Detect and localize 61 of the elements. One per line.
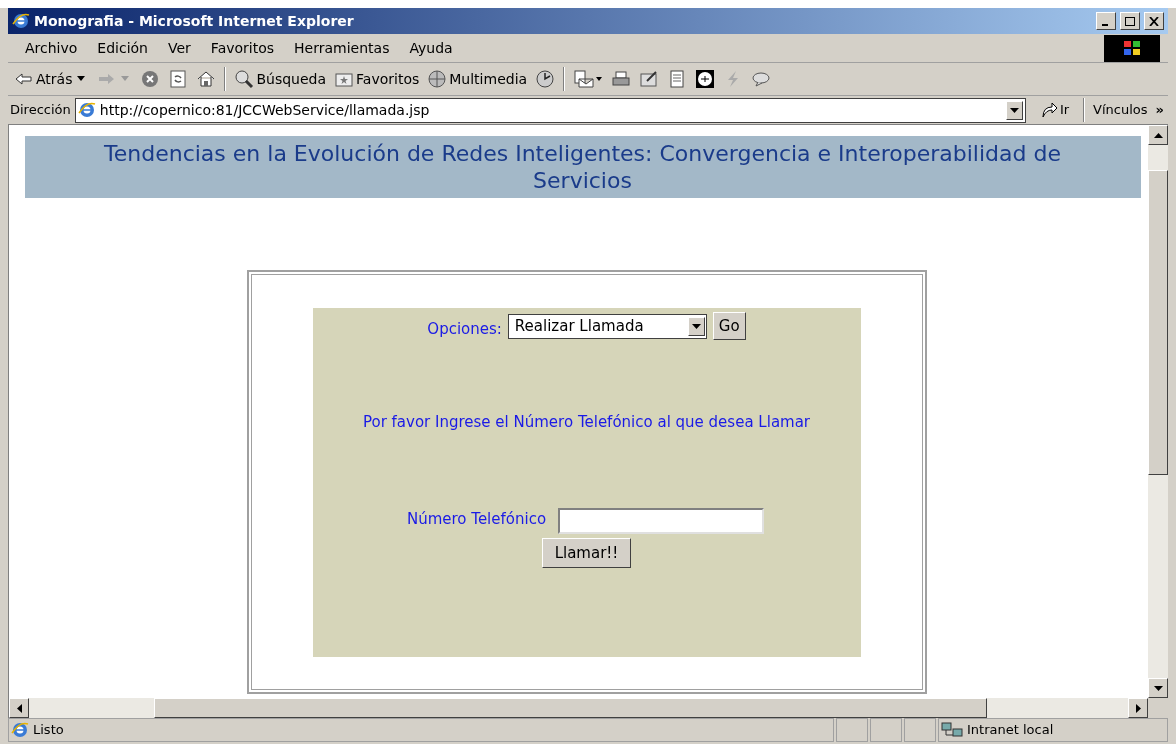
menu-item[interactable]: Ver [159,37,200,59]
toolbar-button[interactable]: Favoritos [334,66,420,92]
caret-up-icon[interactable] [1153,132,1163,138]
pencil-pad-icon [639,69,660,89]
refresh-icon [168,69,189,89]
page-icon [11,721,29,739]
select-arrow-button[interactable] [687,316,705,336]
curved-arrow-icon [1039,101,1058,119]
caret-right-icon[interactable] [1135,703,1141,713]
caret-down-icon [691,323,701,329]
browser-logo-icon [12,12,30,30]
maximize-button[interactable] [1120,12,1140,30]
page-heading: Tendencias en la Evolución de Redes Inteligentes: Convergencia e Interoperabilidad de Servicios [24,136,1141,198]
printer-icon [611,69,632,89]
status-text: Listo [33,721,64,740]
search-icon [234,69,255,89]
address-dropdown-button[interactable] [1005,100,1023,120]
page-icon [77,101,96,119]
status-panel [836,718,868,742]
menu-item[interactable]: Archivo [16,37,87,59]
phone-input-field[interactable] [558,507,765,534]
zone-text: Intranet local [967,721,1054,740]
status-panel [870,718,902,742]
stop-icon [140,69,161,89]
links-label[interactable]: Vínculos [1089,100,1152,120]
menu-item[interactable]: Favoritos [201,37,284,59]
menu-item[interactable]: Ayuda [400,37,462,59]
instruction-text: Por favor Ingrese el Número Telefónico al que desea Llamar [361,411,812,433]
clock-icon [535,69,556,89]
speech-bubble-icon [751,69,772,89]
menu-item[interactable]: Edición [88,37,157,59]
home-icon [196,69,217,89]
maximize-icon [1125,16,1135,26]
more-links-chevron[interactable]: » [1155,100,1166,120]
windows-logo-icon [1104,34,1160,62]
vertical-scrollbar[interactable] [1148,125,1168,698]
caret-left-icon[interactable] [16,703,22,713]
call-button[interactable]: Llamar!! [541,538,632,568]
minimize-button[interactable] [1096,12,1116,30]
caret-down-icon [1009,107,1019,113]
toolbar-button[interactable]: Multimedia [427,66,528,92]
window-title: Monografia - Microsoft Internet Explorer [34,11,355,31]
status-panel [904,718,936,742]
minimize-icon [1101,23,1108,26]
options-select[interactable]: Realizar Llamada [507,313,707,339]
network-icon [941,721,963,739]
mail-icon [573,69,604,89]
phone-label: Número Telefónico [406,508,547,530]
go-button[interactable]: Ir [1029,100,1080,120]
close-button[interactable] [1144,12,1164,30]
go-submit-button[interactable]: Go [712,312,746,341]
globe-icon [427,69,448,89]
toolbar-button[interactable]: Búsqueda [234,66,327,92]
options-label: Opciones: [427,319,502,340]
address-label: Dirección [10,101,71,120]
toolbar-button[interactable]: Atrás [14,66,89,92]
address-field[interactable]: http://copernico:81/JCCWebService/llamada.jsp [74,97,1026,123]
caret-down-icon[interactable] [1153,685,1163,691]
menu-item[interactable]: Herramientas [285,37,399,59]
close-icon [1149,16,1159,26]
horizontal-scrollbar[interactable] [9,698,1148,718]
